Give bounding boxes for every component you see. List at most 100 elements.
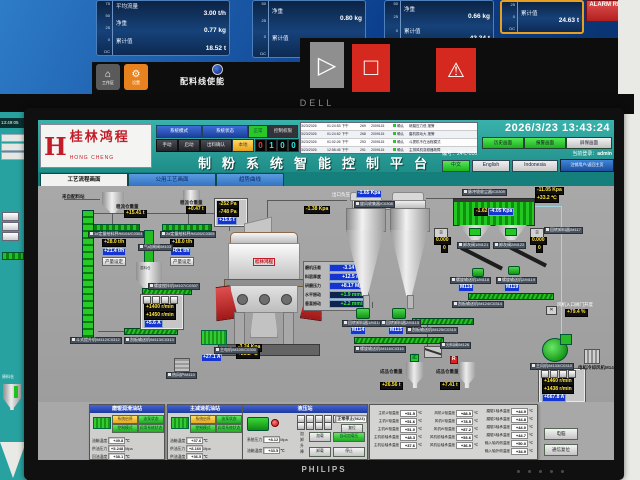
temp-row: 风机W相温度+87.2℃	[428, 425, 478, 433]
temp-cell: +44.7	[511, 432, 528, 439]
mini-panel-button[interactable]	[559, 370, 567, 378]
alarm-screen-button[interactable]: 报警画面	[524, 137, 566, 149]
mini-panel-button[interactable]	[550, 370, 558, 378]
lang-english-button[interactable]: English	[472, 160, 510, 172]
lube1-pump-state-button[interactable]: 油泵状态	[138, 415, 164, 424]
hyd-grid-button[interactable]	[306, 422, 314, 430]
lube1-control-mode-button[interactable]: 控制模式	[112, 424, 138, 433]
start-button-hmi[interactable]: 启动	[178, 139, 200, 152]
main-motor-current: +27.1 A	[201, 354, 222, 362]
raw-bin-hopper	[3, 384, 21, 410]
feeder2-setting-button[interactable]: 产量设定	[170, 257, 194, 266]
mini-panel-button[interactable]	[568, 370, 576, 378]
alarm-reset-button[interactable]: ALARM RESET	[586, 0, 618, 22]
mini-panel-button[interactable]	[143, 296, 151, 304]
alarm-row[interactable]: 3/23/202601:02:26 下午2532009115确认斗提机不在远程模…	[301, 139, 477, 147]
home-button[interactable]: ⌂ 工作区	[96, 64, 120, 90]
silo1-weight: +15.41 t	[124, 210, 147, 218]
feed-source-label: 来自配料站	[62, 194, 85, 199]
temp-row: 输入轴外侧温度+34.9℃	[483, 447, 533, 455]
scale-tick: 25	[106, 26, 110, 30]
main-fan-tag: 主风机/M133/C0310	[530, 363, 574, 370]
hyd-grid-button[interactable]	[297, 422, 305, 430]
lube2-start-stop-button[interactable]: 系统启停	[190, 415, 216, 424]
station-panels: 磨辊润滑油站 系统启停 油泵状态 控制模式 润滑系统状态 油箱温度 +49.8℃…	[38, 402, 614, 460]
temp-row: 风机前轴承温度+53.6℃	[428, 433, 478, 441]
temp-row: 磨辊3轴承温度+44.0℃	[483, 423, 533, 431]
rotary-left-flow: 0.000	[434, 237, 451, 245]
cyclone-screw-tag: 螺旋输送机/M116/C0316	[354, 346, 406, 353]
fan-buttons[interactable]	[541, 370, 576, 378]
hyd-grid-button[interactable]	[315, 422, 323, 430]
lube2-pump-state-button[interactable]: 油泵状态	[216, 415, 242, 424]
left-monitor-button[interactable]	[2, 212, 19, 221]
feeder2-setpoint: +18.0 t/h	[170, 239, 194, 247]
alarm-cell: 01:02:26 下午	[327, 139, 360, 146]
lube-pump-icon	[171, 417, 189, 429]
mixer-label: 混料仓	[140, 266, 151, 271]
diverter-pos-a[interactable]: 正	[410, 354, 419, 362]
system-mode-button[interactable]: 系统模式	[156, 125, 202, 138]
cyclone-cap	[392, 192, 424, 201]
hyd-unload-button[interactable]: 卸载	[309, 447, 331, 457]
mill-inlet-pressure2: -748 Pa	[217, 209, 239, 217]
stop-button[interactable]: □	[352, 44, 390, 92]
cyclone-cone	[346, 230, 384, 296]
temp-cell: ℃	[418, 443, 422, 447]
temp-cell: +87.2	[456, 426, 473, 433]
mini-panel-button[interactable]	[152, 296, 160, 304]
left-monitor-button[interactable]	[2, 222, 19, 231]
mini-panel-button[interactable]	[161, 296, 169, 304]
product-bin1-weight: +26.56 t	[380, 382, 403, 390]
diverter-pos-b[interactable]: R	[450, 356, 458, 364]
temp-cell: 输入轴外侧温度	[483, 449, 510, 454]
temp-cell: 主机后轴承温度	[372, 443, 399, 448]
temp-cell: +44.8	[511, 416, 528, 423]
feeder1-setting-button[interactable]: 产量设定	[102, 257, 126, 266]
tab-process-flow[interactable]: 工艺流程画面	[40, 173, 128, 187]
lube-pump-icon	[93, 417, 111, 429]
datetime: 2026/3/23 13:43:24	[478, 122, 610, 134]
system-state-button[interactable]: 系统状态	[202, 125, 248, 138]
settings-button[interactable]: ⚙ 设置	[124, 64, 148, 90]
discharge-confirm-button[interactable]: 出料确认	[200, 139, 232, 152]
fan-temps-column: 风机U相温度+88.5℃风机V相温度+78.5℃风机W相温度+87.2℃风机前轴…	[428, 409, 478, 449]
comm-reset-button[interactable]: 通信复位	[544, 444, 578, 456]
mini-panel-button[interactable]	[170, 296, 178, 304]
left-monitor-button[interactable]	[2, 232, 19, 241]
manual-button[interactable]: 手动	[156, 139, 178, 152]
lube2-control-mode-button[interactable]: 控制模式	[190, 424, 216, 433]
lube1-system-state-button[interactable]: 润滑系统状态	[138, 424, 164, 433]
tab-common-process[interactable]: 公用工艺画面	[128, 173, 216, 187]
start-button[interactable]: ▷	[310, 42, 344, 88]
lube2-system-state-button[interactable]: 润滑系统状态	[216, 424, 242, 433]
osd-buttons[interactable]	[517, 470, 564, 473]
temp-cell: ℃	[529, 441, 533, 445]
hyd-grid-button[interactable]	[324, 422, 332, 430]
lang-indonesia-button[interactable]: Indonesia	[512, 160, 558, 172]
left-monitor-cyclone	[0, 442, 26, 478]
screensaver-button[interactable]: 屏保画面	[566, 137, 612, 149]
lube2-oil-pressure: 供油压力 +8.160Mpa	[170, 445, 211, 452]
hyd-auto-load-button[interactable]: 自动加载压	[333, 432, 365, 442]
rotary-right-zero: 0	[536, 245, 543, 253]
alarm-row[interactable]: 3/23/202601:24:53 下午2692009115确认研磨压力低 报警	[301, 123, 477, 131]
lube1-start-stop-button[interactable]: 系统启停	[112, 415, 138, 424]
alarm-button[interactable]: ⚠	[436, 48, 476, 92]
hyd-load-button[interactable]: 加载	[309, 432, 331, 442]
mini-panel-button[interactable]	[541, 370, 549, 378]
tab-trend-curve[interactable]: 趋势曲线	[216, 173, 284, 187]
hydraulic-alarm-indicator	[271, 419, 279, 427]
alarm-row[interactable]: 3/23/202601:24:52 下午2682009115确认磨机振动大 报警	[301, 131, 477, 139]
hyd-tank-temp: 油箱温度 +33.5℃	[247, 447, 285, 454]
computer-button[interactable]: 电脑	[544, 428, 578, 440]
logout-button[interactable]: 注销用户/返回主页	[560, 159, 614, 172]
lang-chinese-button[interactable]: 中文	[442, 160, 470, 172]
alarm-cell: 268	[360, 131, 371, 138]
classifier-buttons[interactable]	[143, 296, 178, 304]
baghouse-outlet-temp: +33.2 ℃	[535, 195, 559, 203]
hyd-stop-button[interactable]: 停止	[333, 447, 365, 457]
temp-row: 风机U相温度+88.5℃	[428, 409, 478, 417]
settings-label: 设置	[132, 80, 140, 85]
history-screen-button[interactable]: 历史画面	[482, 137, 524, 149]
